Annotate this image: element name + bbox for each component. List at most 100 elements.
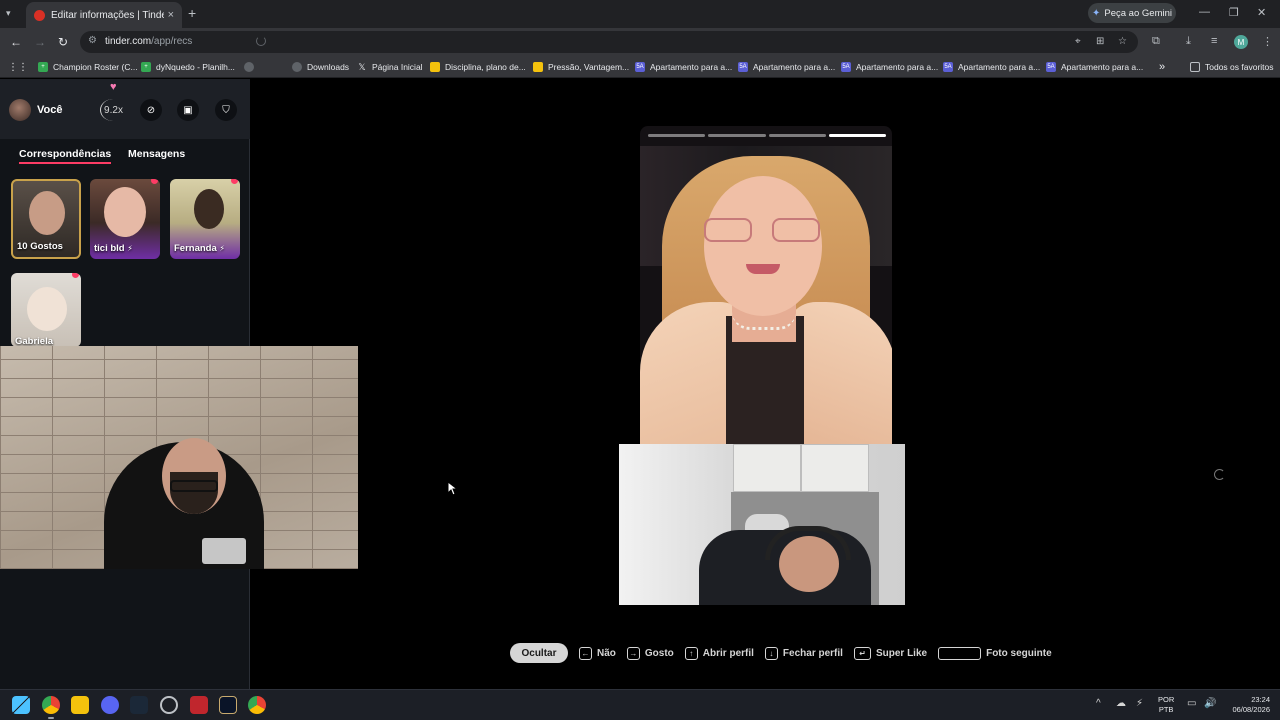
hide-shortcuts-button[interactable]: Ocultar bbox=[510, 643, 568, 663]
tab-tinder[interactable]: Editar informações | Tinder × bbox=[26, 2, 182, 28]
right-arrow-key-icon: → bbox=[626, 646, 640, 660]
webcam-overlay-streamer bbox=[0, 346, 358, 569]
app-icon[interactable] bbox=[160, 696, 178, 714]
bookmark-item[interactable] bbox=[244, 60, 259, 74]
photo-progress-segment[interactable] bbox=[768, 134, 826, 137]
restore-button[interactable]: ❐ bbox=[1229, 6, 1239, 19]
bookmark-item[interactable]: Pressão, Vantagem... bbox=[533, 60, 629, 74]
match-photo bbox=[29, 191, 65, 235]
bookmark-label: Pressão, Vantagem... bbox=[548, 62, 630, 72]
tab-title: Editar informações | Tinder bbox=[51, 9, 164, 21]
bookmark-label: Apartamento para a... bbox=[650, 62, 733, 72]
space-key-icon bbox=[938, 646, 982, 660]
riot-client-icon[interactable] bbox=[190, 696, 208, 714]
streamer-glasses bbox=[170, 480, 218, 492]
bookmark-item[interactable]: 𝕏 Página Inicial bbox=[357, 60, 422, 74]
tab-matches[interactable]: Correspondências bbox=[19, 148, 112, 164]
reload-icon[interactable]: ↻ bbox=[58, 35, 68, 49]
tab-list-icon[interactable]: ▾ bbox=[6, 8, 16, 18]
bookmark-item[interactable]: + Champion Roster (C... bbox=[38, 60, 138, 74]
clock-date: 06/08/2026 bbox=[1232, 705, 1270, 714]
match-card[interactable]: Gabriela bbox=[11, 273, 81, 347]
bookmark-item[interactable]: 5A Apartamento para a... bbox=[943, 60, 1040, 74]
briefcase-icon[interactable]: ▣ bbox=[177, 99, 199, 121]
profile-avatar[interactable]: M bbox=[1234, 35, 1248, 49]
sidebar-header: Você ♥ 9.2x ⊘ ▣ ⛉ bbox=[0, 79, 250, 139]
tinder-favicon-icon bbox=[34, 9, 45, 21]
bookmark-star-icon[interactable]: ☆ bbox=[1118, 36, 1127, 47]
user-name[interactable]: Você bbox=[37, 104, 62, 116]
system-clock[interactable]: 23:24 06/08/2026 bbox=[1224, 695, 1270, 715]
avatar[interactable] bbox=[9, 99, 31, 121]
minimize-button[interactable]: — bbox=[1199, 6, 1210, 18]
cloud-icon[interactable]: ☁ bbox=[1116, 698, 1126, 709]
hint-super-like: ↵ Super Like bbox=[853, 646, 927, 660]
back-icon[interactable]: ← bbox=[10, 35, 22, 49]
apps-grid-icon[interactable]: ⋮⋮ bbox=[8, 60, 28, 74]
gemini-button[interactable]: ✦ Peça ao Gemini bbox=[1088, 3, 1176, 23]
photo-progress-segment[interactable] bbox=[648, 134, 706, 137]
network-icon[interactable]: ⚡ bbox=[1136, 698, 1143, 709]
hint-no: ← Não bbox=[579, 646, 616, 660]
new-tab-button[interactable]: + bbox=[188, 6, 196, 20]
location-icon[interactable]: ⌖ bbox=[1075, 36, 1081, 47]
discord-icon[interactable] bbox=[101, 696, 119, 714]
match-photo bbox=[27, 287, 67, 331]
close-tab-icon[interactable]: × bbox=[168, 9, 174, 21]
folder-icon bbox=[533, 62, 543, 72]
steam-icon[interactable] bbox=[130, 696, 148, 714]
bookmark-item[interactable]: Disciplina, plano de... bbox=[430, 60, 526, 74]
chrome-taskbar-icon[interactable] bbox=[248, 696, 266, 714]
match-photo bbox=[194, 189, 224, 229]
windows-start-icon[interactable] bbox=[12, 696, 30, 714]
gemini-label: Peça ao Gemini bbox=[1104, 7, 1172, 19]
down-arrow-key-icon: ↓ bbox=[764, 646, 778, 660]
heart-icon: ♥ bbox=[110, 81, 117, 93]
5a-site-icon: 5A bbox=[943, 62, 953, 72]
bookmark-item[interactable]: 5A Apartamento para a... bbox=[841, 60, 938, 74]
tray-overflow-icon[interactable]: ^ bbox=[1096, 698, 1101, 709]
hint-label: Gosto bbox=[644, 647, 674, 659]
webcam-overlay-guest bbox=[619, 444, 905, 605]
bookmark-item[interactable]: 5A Apartamento para a... bbox=[738, 60, 835, 74]
extensions-icon[interactable]: ⧉ bbox=[1152, 35, 1160, 48]
site-info-icon[interactable]: ⚙ bbox=[88, 35, 97, 46]
chrome-taskbar-icon[interactable] bbox=[42, 696, 60, 714]
match-card[interactable]: Fernanda ⚡ bbox=[170, 179, 240, 259]
boost-button[interactable]: 9.2x bbox=[100, 99, 126, 121]
bookmark-item[interactable]: Downloads bbox=[292, 60, 349, 74]
profile-card-photo[interactable] bbox=[640, 126, 892, 444]
bookmarks-overflow-icon[interactable]: » bbox=[1159, 60, 1165, 74]
bookmark-item[interactable]: 5A Apartamento para a... bbox=[1046, 60, 1143, 74]
match-photo bbox=[104, 187, 146, 237]
super-like-bolt-icon: ⚡ bbox=[127, 244, 133, 253]
likes-you-card[interactable]: 10 Gostos bbox=[11, 179, 81, 259]
shield-icon[interactable]: ⛉ bbox=[215, 99, 237, 121]
hint-like: → Gosto bbox=[626, 646, 674, 660]
x-logo-icon: 𝕏 bbox=[358, 61, 366, 72]
file-explorer-icon[interactable] bbox=[71, 696, 89, 714]
volume-icon[interactable]: 🔊 bbox=[1204, 698, 1216, 709]
match-name: tici bld bbox=[94, 243, 125, 254]
address-bar[interactable]: ⚙ tinder.com/app/recs ⌖ ⊞ ☆ bbox=[80, 31, 1138, 53]
install-app-icon[interactable]: ⊞ bbox=[1096, 36, 1104, 47]
photo-progress-segment[interactable] bbox=[708, 134, 766, 137]
windows-taskbar: ^ ☁ ⚡ POR PTB ▭ 🔊 23:24 06/08/2026 bbox=[0, 689, 1280, 720]
input-language[interactable]: POR PTB bbox=[1158, 695, 1174, 715]
bookmark-item[interactable]: 5A Apartamento para a... bbox=[635, 60, 732, 74]
close-window-button[interactable]: ✕ bbox=[1257, 6, 1266, 19]
chrome-menu-icon[interactable]: ⋮ bbox=[1262, 35, 1273, 48]
forward-icon[interactable]: → bbox=[34, 35, 46, 49]
tab-messages[interactable]: Mensagens bbox=[128, 148, 185, 160]
match-card[interactable]: tici bld ⚡ bbox=[90, 179, 160, 259]
clock-time: 23:24 bbox=[1251, 695, 1270, 704]
photo-progress-segment[interactable] bbox=[828, 134, 886, 137]
explore-compass-icon[interactable]: ⊘ bbox=[140, 99, 162, 121]
active-app-indicator bbox=[48, 717, 54, 719]
bookmark-item[interactable]: + dyNquedo - Planilh... bbox=[141, 60, 235, 74]
display-icon[interactable]: ▭ bbox=[1187, 698, 1196, 709]
league-of-legends-icon[interactable] bbox=[219, 696, 237, 714]
downloads-icon[interactable]: ⤓ bbox=[1186, 35, 1191, 48]
media-control-icon[interactable]: ≡ bbox=[1211, 35, 1217, 47]
all-bookmarks-folder[interactable]: Todos os favoritos bbox=[1190, 60, 1274, 74]
